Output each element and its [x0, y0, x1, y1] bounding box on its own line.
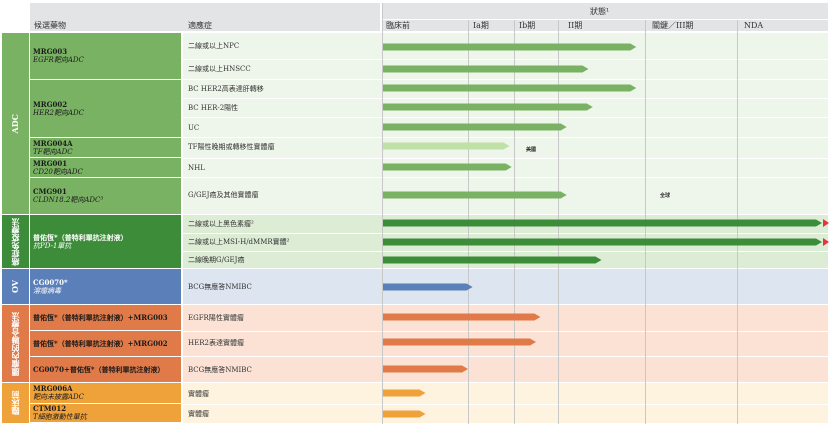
progress-bar — [383, 219, 822, 227]
progress-bar — [383, 84, 637, 92]
pipeline-chart: 候選藥物 適應症 狀態¹ 臨床前 Ia期 Ib期 II期 關鍵／III期 NDA… — [0, 0, 830, 426]
progress-bar — [383, 313, 541, 321]
progress-bar — [383, 163, 512, 171]
progress-bar — [383, 338, 536, 346]
nda-marker — [823, 238, 829, 246]
progress-bar — [383, 191, 567, 199]
bars-layer — [383, 43, 829, 418]
progress-bar — [383, 123, 567, 131]
progress-bar — [383, 103, 593, 111]
progress-bar — [383, 65, 589, 73]
progress-bar — [383, 238, 822, 246]
progress-bar — [383, 43, 637, 51]
progress-bar — [383, 410, 426, 418]
nda-marker — [823, 219, 829, 227]
progress-bar — [383, 389, 426, 397]
progress-bar — [383, 365, 468, 373]
progress-bar — [383, 283, 473, 291]
progress-bar — [383, 142, 510, 150]
progress-bar — [383, 256, 602, 264]
